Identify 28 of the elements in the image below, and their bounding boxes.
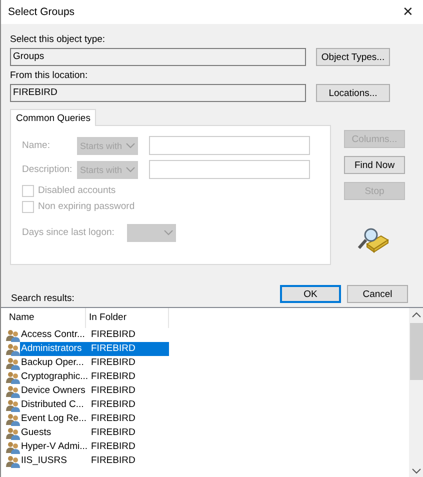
query-button[interactable]: Find Now (344, 156, 405, 174)
object-type-label: Select this object type: (10, 34, 106, 46)
object-type-field: Groups (10, 48, 306, 66)
result-row[interactable]: Backup Oper... FIREBIRD (20, 356, 169, 370)
search-results-label: Search results: (11, 293, 74, 305)
result-row[interactable]: Access Contr... FIREBIRD (20, 328, 169, 342)
cancel-button[interactable]: Cancel (347, 285, 408, 303)
result-row[interactable]: Guests FIREBIRD (20, 426, 169, 440)
location-field: FIREBIRD (10, 84, 306, 102)
result-row[interactable]: IIS_IUSRS FIREBIRD (20, 454, 169, 468)
query-label: Name: (22, 140, 51, 151)
query-label: Description: (22, 164, 74, 175)
location-label: From this location: (10, 70, 89, 82)
result-row[interactable]: Event Log Re... FIREBIRD (20, 412, 169, 426)
result-row[interactable]: Hyper-V Admi... FIREBIRD (20, 440, 169, 454)
result-row[interactable]: Administrators FIREBIRD (20, 342, 169, 356)
days-label: Days since last logon: (22, 227, 116, 238)
close-button[interactable]: ✕ (393, 0, 423, 24)
window-title: Select Groups (8, 6, 75, 18)
locations-button[interactable]: Locations... (316, 84, 390, 102)
result-row[interactable]: Device Owners FIREBIRD (20, 384, 169, 398)
object-types-button[interactable]: Object Types... (316, 48, 390, 66)
tab[interactable]: Common Queries (10, 109, 96, 126)
result-row[interactable]: Distributed C... FIREBIRD (20, 398, 169, 412)
result-row[interactable]: Cryptographic... FIREBIRD (20, 370, 169, 384)
ok-button[interactable]: OK (280, 285, 341, 303)
column-header[interactable]: Name (6, 308, 86, 328)
column-header[interactable]: In Folder (86, 308, 169, 328)
